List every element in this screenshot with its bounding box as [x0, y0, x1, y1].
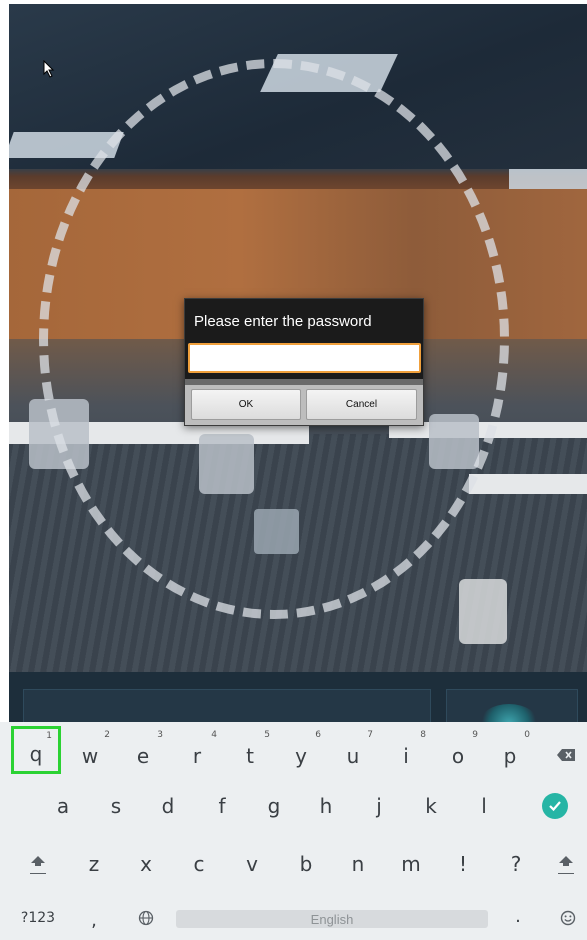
key-n[interactable]: n [332, 840, 384, 888]
cancel-button[interactable]: Cancel [306, 389, 417, 420]
password-dialog: Please enter the password OK Cancel [184, 298, 424, 426]
check-icon [542, 793, 568, 819]
key-a[interactable]: a [37, 782, 89, 830]
key-z[interactable]: z [68, 840, 120, 888]
key-label: t [246, 744, 254, 768]
key-hint: 2 [104, 730, 110, 740]
period-key[interactable]: . [496, 894, 540, 938]
key-o[interactable]: 9 o [432, 728, 484, 776]
key-label: i [403, 744, 409, 768]
soft-keyboard: 1 q 2 w 3 e 4 r 5 t 6 y 7 u 8 i 9 o 0 p … [0, 722, 587, 940]
key-exclamation[interactable]: ! [437, 840, 489, 888]
backspace-key[interactable] [546, 728, 586, 776]
key-m[interactable]: m [385, 840, 437, 888]
key-hint: 9 [472, 730, 478, 740]
key-p[interactable]: 0 p [484, 728, 536, 776]
key-r[interactable]: 4 r [171, 728, 223, 776]
key-label: p [503, 744, 517, 768]
key-v[interactable]: v [226, 840, 278, 888]
key-label: w [81, 744, 99, 768]
language-key[interactable] [124, 896, 168, 940]
dialog-button-bar: OK Cancel [185, 385, 423, 425]
key-label: y [295, 744, 307, 768]
shift-key-right[interactable] [546, 840, 586, 888]
key-u[interactable]: 7 u [327, 728, 379, 776]
key-w[interactable]: 2 w [64, 728, 116, 776]
key-y[interactable]: 6 y [275, 728, 327, 776]
key-f[interactable]: f [196, 782, 248, 830]
key-j[interactable]: j [353, 782, 405, 830]
trash-bin [459, 579, 507, 644]
enter-key[interactable] [535, 782, 575, 830]
ceiling-light [509, 169, 587, 191]
key-hint: 7 [367, 730, 373, 740]
backspace-icon [557, 749, 575, 761]
key-l[interactable]: l [458, 782, 510, 830]
key-question[interactable]: ? [490, 840, 542, 888]
key-hint: 1 [46, 731, 52, 741]
key-h[interactable]: h [300, 782, 352, 830]
key-hint: 0 [524, 730, 530, 740]
password-input[interactable] [188, 343, 421, 373]
key-x[interactable]: x [120, 840, 172, 888]
key-e[interactable]: 3 e [117, 728, 169, 776]
shift-key-left[interactable] [14, 840, 62, 888]
key-hint: 3 [157, 730, 163, 740]
key-s[interactable]: s [90, 782, 142, 830]
key-hint: 5 [264, 730, 270, 740]
emoji-key[interactable] [548, 896, 587, 940]
mouse-pointer-icon [43, 60, 55, 78]
key-c[interactable]: c [173, 840, 225, 888]
screen: Please enter the password OK Cancel 1 q … [0, 0, 587, 940]
key-i[interactable]: 8 i [380, 728, 432, 776]
key-hint: 8 [420, 730, 426, 740]
comma-key[interactable]: , [72, 898, 116, 940]
key-label: o [451, 744, 465, 768]
globe-icon [138, 910, 154, 926]
key-d[interactable]: d [142, 782, 194, 830]
key-b[interactable]: b [280, 840, 332, 888]
key-label: u [346, 744, 360, 768]
symbols-key[interactable]: ?123 [14, 896, 62, 940]
key-q[interactable]: 1 q [11, 726, 61, 774]
desk [469, 474, 587, 494]
key-t[interactable]: 5 t [224, 728, 276, 776]
space-bar[interactable]: English [176, 910, 488, 928]
key-hint: 6 [315, 730, 321, 740]
shift-icon [558, 855, 574, 874]
key-label: e [136, 744, 150, 768]
dialog-title: Please enter the password [194, 313, 372, 330]
key-label: q [29, 742, 43, 766]
emoji-icon [560, 910, 576, 926]
key-g[interactable]: g [248, 782, 300, 830]
key-label: r [192, 744, 202, 768]
key-k[interactable]: k [405, 782, 457, 830]
key-hint: 4 [211, 730, 217, 740]
shift-icon [30, 855, 46, 874]
strip-panel [23, 689, 431, 722]
ok-button[interactable]: OK [191, 389, 301, 420]
